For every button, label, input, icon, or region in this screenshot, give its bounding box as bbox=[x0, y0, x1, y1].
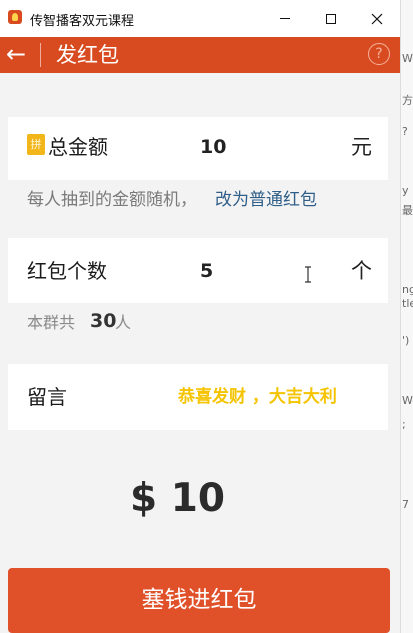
bg-text: 最 bbox=[402, 204, 413, 217]
group-member-count: 30 bbox=[90, 310, 117, 332]
bg-text: ng bbox=[402, 283, 413, 296]
pin-badge-icon: 拼 bbox=[27, 134, 45, 155]
minimize-button[interactable] bbox=[262, 0, 308, 37]
bg-text: y bbox=[402, 184, 409, 197]
page-title: 发红包 bbox=[56, 43, 119, 67]
close-button[interactable] bbox=[354, 0, 400, 37]
count-unit: 个 bbox=[351, 259, 372, 283]
amount-label: 总金额 bbox=[48, 135, 108, 159]
background-window: Wo 方 ? y 最 ng tle ') Wo ; 7 bbox=[400, 0, 413, 633]
bg-text: 方 bbox=[402, 94, 413, 107]
maximize-icon bbox=[326, 13, 336, 24]
submit-red-packet-button[interactable]: 塞钱进红包 bbox=[8, 568, 390, 633]
help-icon[interactable]: ? bbox=[368, 43, 390, 65]
group-count-prefix: 本群共 bbox=[27, 313, 76, 332]
switch-to-normal-link[interactable]: 改为普通红包 bbox=[215, 188, 317, 212]
close-icon bbox=[371, 13, 383, 24]
back-arrow-icon[interactable]: ← bbox=[2, 37, 30, 73]
total-amount-display: $ 10 bbox=[130, 476, 225, 521]
group-count-suffix: 人 bbox=[115, 313, 132, 332]
window-titlebar: 传智播客双元课程 bbox=[0, 0, 400, 38]
bg-text: ; bbox=[402, 418, 406, 431]
bg-text: Wo bbox=[402, 394, 413, 407]
message-label: 留言 bbox=[27, 385, 67, 409]
amount-input[interactable]: 10 bbox=[200, 134, 226, 160]
count-label: 红包个数 bbox=[27, 259, 107, 283]
text-cursor-icon bbox=[304, 266, 312, 283]
bg-text: Wo bbox=[402, 52, 413, 65]
minimize-icon bbox=[280, 18, 290, 19]
maximize-button[interactable] bbox=[308, 0, 354, 37]
bg-text: ? bbox=[402, 125, 408, 138]
amount-unit: 元 bbox=[351, 135, 372, 159]
count-input[interactable]: 5 bbox=[200, 258, 213, 284]
message-input[interactable]: 恭喜发财 ，大吉大利 bbox=[178, 385, 378, 409]
app-icon bbox=[8, 10, 22, 24]
bg-text: tle bbox=[402, 297, 413, 310]
header-divider bbox=[40, 43, 41, 67]
app-header: ← 发红包 ? bbox=[0, 37, 400, 73]
random-amount-hint: 每人抽到的金额随机， bbox=[27, 190, 197, 210]
bg-text: 7 bbox=[402, 498, 409, 511]
bg-text: ') bbox=[402, 334, 410, 347]
window-title: 传智播客双元课程 bbox=[30, 14, 135, 29]
